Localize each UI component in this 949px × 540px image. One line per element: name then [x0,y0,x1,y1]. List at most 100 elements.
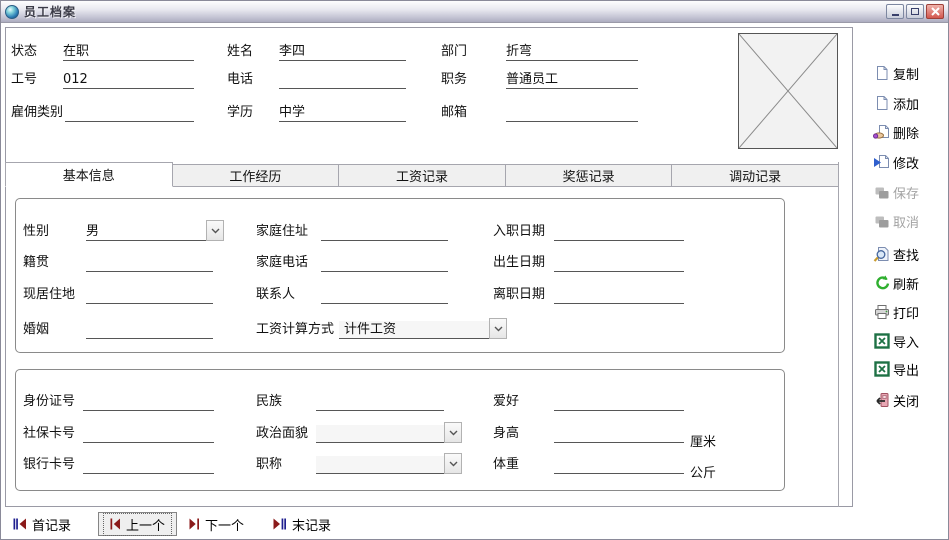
app-globe-icon [5,5,19,19]
previous-record-button[interactable]: 上一个 [98,512,177,536]
birth-date-field[interactable] [554,254,684,272]
political-status-combobox[interactable] [316,425,444,443]
contact-field[interactable] [321,286,448,304]
height-field[interactable] [554,425,684,443]
refresh-button-label: 刷新 [893,274,919,293]
minimize-button[interactable] [886,4,904,19]
home-phone-field[interactable] [321,254,448,272]
cancel-icon [873,213,890,230]
save-icon [873,184,890,201]
previous-record-label: 上一个 [126,515,165,534]
tab-panel-right-border [838,162,839,507]
social-card-label: 社保卡号 [23,425,75,442]
tab-reward-punishment-records[interactable]: 奖惩记录 [506,164,673,187]
residence-field[interactable] [86,286,213,304]
education-field[interactable]: 中学 [279,104,406,122]
last-record-button[interactable]: 末记录 [269,512,335,536]
find-button[interactable]: 查找 [873,244,919,264]
last-record-label: 末记录 [292,515,331,534]
native-place-field[interactable] [86,254,213,272]
hobby-field[interactable] [554,393,684,411]
delete-button[interactable]: 删除 [873,122,919,142]
political-status-label: 政治面貌 [256,425,308,442]
close-form-button-label: 关闭 [893,391,919,410]
cancel-button[interactable]: 取消 [873,211,919,231]
tab-basic-info[interactable]: 基本信息 [5,162,173,187]
next-record-icon [189,518,200,530]
leave-date-field[interactable] [554,286,684,304]
maximize-button[interactable] [906,4,924,19]
chevron-down-icon [494,326,503,332]
id-number-field[interactable] [83,393,214,411]
save-button[interactable]: 保存 [873,182,919,202]
close-button[interactable] [926,4,944,19]
import-button[interactable]: 导入 [873,331,919,351]
close-icon [931,7,940,16]
next-record-label: 下一个 [205,515,244,534]
contact-label: 联系人 [256,286,295,303]
close-form-button[interactable]: 关闭 [873,390,919,410]
name-label: 姓名 [227,43,253,60]
salary-method-dropdown-button[interactable] [489,318,507,339]
import-button-label: 导入 [893,332,919,351]
delete-button-label: 删除 [893,123,919,142]
ethnicity-field[interactable] [316,393,444,411]
gender-dropdown-button[interactable] [206,220,224,241]
home-address-field[interactable] [321,223,448,241]
job-title-dropdown-button[interactable] [444,453,462,474]
bank-card-label: 银行卡号 [23,456,75,473]
tab-label: 奖惩记录 [563,166,615,185]
find-button-label: 查找 [893,245,919,264]
job-title-label: 职称 [256,456,282,473]
employee-archive-window: 员工档案 状态 在职 工号 012 雇佣类别 姓名 李四 电话 学历 中学 部门… [0,0,949,540]
previous-record-icon [110,518,121,530]
social-card-field[interactable] [83,425,214,443]
cancel-button-label: 取消 [893,212,919,231]
chevron-down-icon [449,430,458,436]
employee-id-field[interactable]: 012 [63,71,194,89]
titlebar[interactable]: 员工档案 [1,1,948,23]
refresh-button[interactable]: 刷新 [873,273,919,293]
job-title-combobox[interactable] [316,456,444,474]
bank-card-field[interactable] [83,456,214,474]
phone-label: 电话 [227,71,253,88]
export-button[interactable]: 导出 [873,359,919,379]
minimize-icon [892,14,899,16]
tab-label: 工作经历 [229,166,281,185]
delete-icon [873,124,890,141]
import-excel-icon [873,333,890,350]
window-title: 员工档案 [24,3,76,20]
copy-icon [873,65,890,82]
first-record-button[interactable]: 首记录 [9,512,75,536]
name-field[interactable]: 李四 [279,43,406,61]
copy-button-label: 复制 [893,64,919,83]
email-field[interactable] [506,104,638,122]
tab-transfer-records[interactable]: 调动记录 [672,164,839,187]
political-status-dropdown-button[interactable] [444,422,462,443]
tab-work-experience[interactable]: 工作经历 [173,164,340,187]
first-record-icon [13,518,27,530]
photo-placeholder[interactable] [738,33,838,149]
add-button-label: 添加 [893,94,919,113]
gender-combobox[interactable]: 男 [86,223,206,241]
phone-field[interactable] [279,71,406,89]
education-label: 学历 [227,104,253,121]
hire-date-field[interactable] [554,223,684,241]
department-field[interactable]: 折弯 [506,43,638,61]
salary-method-combobox[interactable]: 计件工资 [339,321,494,339]
status-field[interactable]: 在职 [63,43,194,61]
print-button-label: 打印 [893,303,919,322]
position-field[interactable]: 普通员工 [506,71,638,89]
copy-button[interactable]: 复制 [873,63,919,83]
hobby-label: 爱好 [493,393,519,410]
add-button[interactable]: 添加 [873,93,919,113]
next-record-button[interactable]: 下一个 [185,512,248,536]
employment-type-field[interactable] [65,104,194,122]
record-navbar: 首记录 上一个 下一个 末记录 [1,509,948,539]
tab-label: 基本信息 [63,165,115,184]
tab-salary-records[interactable]: 工资记录 [339,164,506,187]
marriage-field[interactable] [86,321,213,339]
weight-field[interactable] [554,456,684,474]
print-button[interactable]: 打印 [873,302,919,322]
modify-button[interactable]: 修改 [873,152,919,172]
